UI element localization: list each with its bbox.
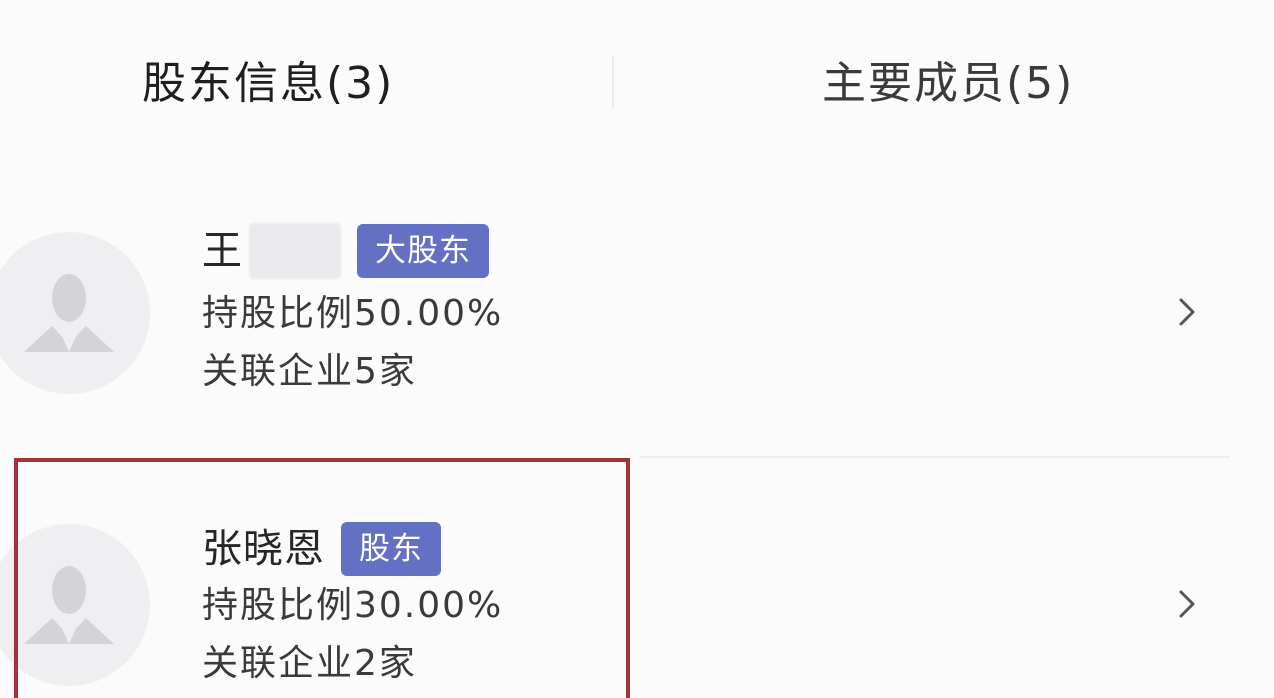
avatar xyxy=(0,524,150,686)
shareholder-name-line: 王 大股东 xyxy=(202,220,489,282)
shareholder-badge: 大股东 xyxy=(357,224,489,278)
share-ratio: 持股比例50.00% xyxy=(202,293,504,334)
person-silhouette-icon xyxy=(24,274,114,352)
shareholder-name-line: 张晓恩 股东 xyxy=(202,518,441,580)
tab-bar: 股东信息(3) 主要成员(5) xyxy=(0,0,1274,170)
avatar xyxy=(0,232,150,394)
tab-shareholders[interactable]: 股东信息(3) xyxy=(142,52,394,116)
chevron-right-icon[interactable] xyxy=(1176,296,1198,328)
related-companies: 关联企业5家 xyxy=(202,351,417,392)
tab-key-members[interactable]: 主要成员(5) xyxy=(822,52,1074,116)
shareholder-name: 王 xyxy=(202,228,243,274)
shareholder-name: 张晓恩 xyxy=(202,526,325,572)
row-divider xyxy=(640,456,1230,458)
tab-divider xyxy=(612,56,614,108)
chevron-right-icon[interactable] xyxy=(1176,588,1198,620)
share-ratio: 持股比例30.00% xyxy=(202,585,504,626)
related-companies: 关联企业2家 xyxy=(202,643,417,684)
shareholder-badge: 股东 xyxy=(341,522,441,576)
shareholder-row[interactable]: 张晓恩 股东 持股比例30.00% 关联企业2家 xyxy=(0,460,1274,686)
redacted-name-mask xyxy=(249,223,341,279)
shareholder-row[interactable]: 王 大股东 持股比例50.00% 关联企业5家 xyxy=(0,190,1274,458)
person-silhouette-icon xyxy=(24,566,114,644)
